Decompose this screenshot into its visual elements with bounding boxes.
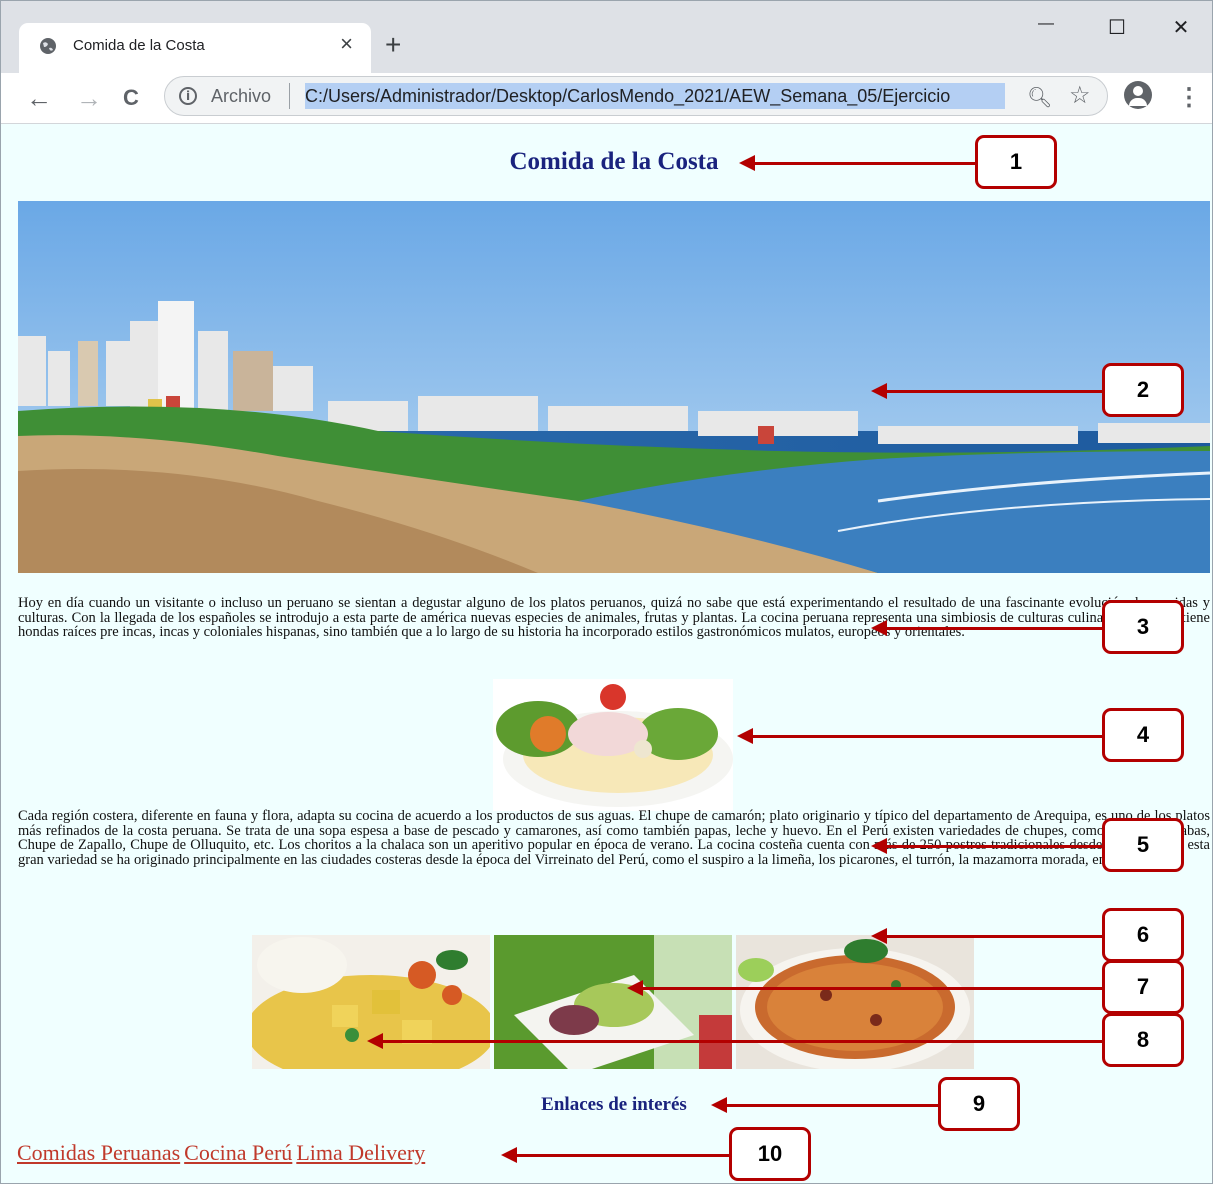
globe-icon: [40, 38, 56, 54]
close-window-button[interactable]: ✕: [1161, 15, 1201, 45]
minimize-button[interactable]: —: [1026, 15, 1066, 45]
callout-2: 2: [1102, 363, 1184, 417]
callout-arrow-10: [501, 1147, 729, 1163]
star-icon[interactable]: ☆: [1069, 81, 1091, 110]
url-text[interactable]: C:/Users/Administrador/Desktop/CarlosMen…: [305, 83, 1005, 109]
callout-7: 7: [1102, 960, 1184, 1014]
tab-active[interactable]: Comida de la Costa ×: [19, 23, 371, 73]
new-tab-button[interactable]: +: [385, 30, 401, 60]
ceviche-image: [493, 679, 733, 811]
callout-4: 4: [1102, 708, 1184, 762]
callout-arrow-3: [871, 620, 1102, 636]
link-lima-delivery[interactable]: Lima Delivery: [296, 1140, 425, 1165]
callout-6: 6: [1102, 908, 1184, 962]
callout-arrow-2: [871, 383, 1102, 399]
intro-paragraph: Hoy en día cuando un visitante o incluso…: [18, 595, 1210, 640]
callout-arrow-4: [737, 728, 1102, 744]
link-comidas-peruanas[interactable]: Comidas Peruanas: [17, 1140, 180, 1165]
callout-arrow-1: [739, 155, 975, 171]
address-bar[interactable]: i Archivo C:/Users/Administrador/Desktop…: [164, 76, 1108, 116]
reload-button[interactable]: C: [115, 82, 147, 114]
callout-3: 3: [1102, 600, 1184, 654]
causa-image: [494, 935, 732, 1069]
coast-cuisine-paragraph: Cada región costera, diferente en fauna …: [18, 808, 1210, 868]
url-divider: [289, 83, 290, 109]
callout-arrow-7: [627, 980, 1102, 996]
callout-9: 9: [938, 1077, 1020, 1131]
tab-close-icon[interactable]: ×: [340, 31, 353, 57]
link-cocina-peru[interactable]: Cocina Perú: [184, 1140, 292, 1165]
zoom-icon[interactable]: 🔍︎: [1027, 85, 1052, 110]
kebab-menu-icon[interactable]: ⋮: [1177, 83, 1201, 112]
tab-strip: Comida de la Costa × + — ☐ ✕: [1, 1, 1212, 73]
forward-button[interactable]: →: [73, 82, 105, 114]
callout-8: 8: [1102, 1013, 1184, 1067]
tab-title: Comida de la Costa: [73, 37, 205, 54]
arroz-con-mariscos-image: [736, 935, 974, 1069]
links-list: Comidas Peruanas Cocina Perú Lima Delivery: [17, 1140, 429, 1166]
callout-arrow-6: [871, 928, 1102, 944]
maximize-button[interactable]: ☐: [1097, 15, 1137, 45]
profile-avatar-icon[interactable]: [1124, 81, 1152, 109]
callout-1: 1: [975, 135, 1057, 189]
links-subtitle: Enlaces de interés: [541, 1094, 687, 1115]
callout-5: 5: [1102, 818, 1184, 872]
url-scheme-label: Archivo: [211, 86, 272, 106]
back-button[interactable]: ←: [23, 82, 55, 114]
callout-arrow-9: [711, 1097, 938, 1113]
callout-arrow-8: [367, 1033, 1102, 1049]
page-content: Comida de la Costa Hoy en día cuando un …: [1, 124, 1212, 1183]
browser-window: Comida de la Costa × + — ☐ ✕ ← → C i Arc…: [0, 0, 1213, 1184]
callout-arrow-5: [871, 838, 1102, 854]
coastline-image: [18, 201, 1210, 573]
info-icon[interactable]: i: [179, 87, 197, 105]
browser-toolbar: ← → C i Archivo C:/Users/Administrador/D…: [1, 73, 1212, 124]
callout-10: 10: [729, 1127, 811, 1181]
